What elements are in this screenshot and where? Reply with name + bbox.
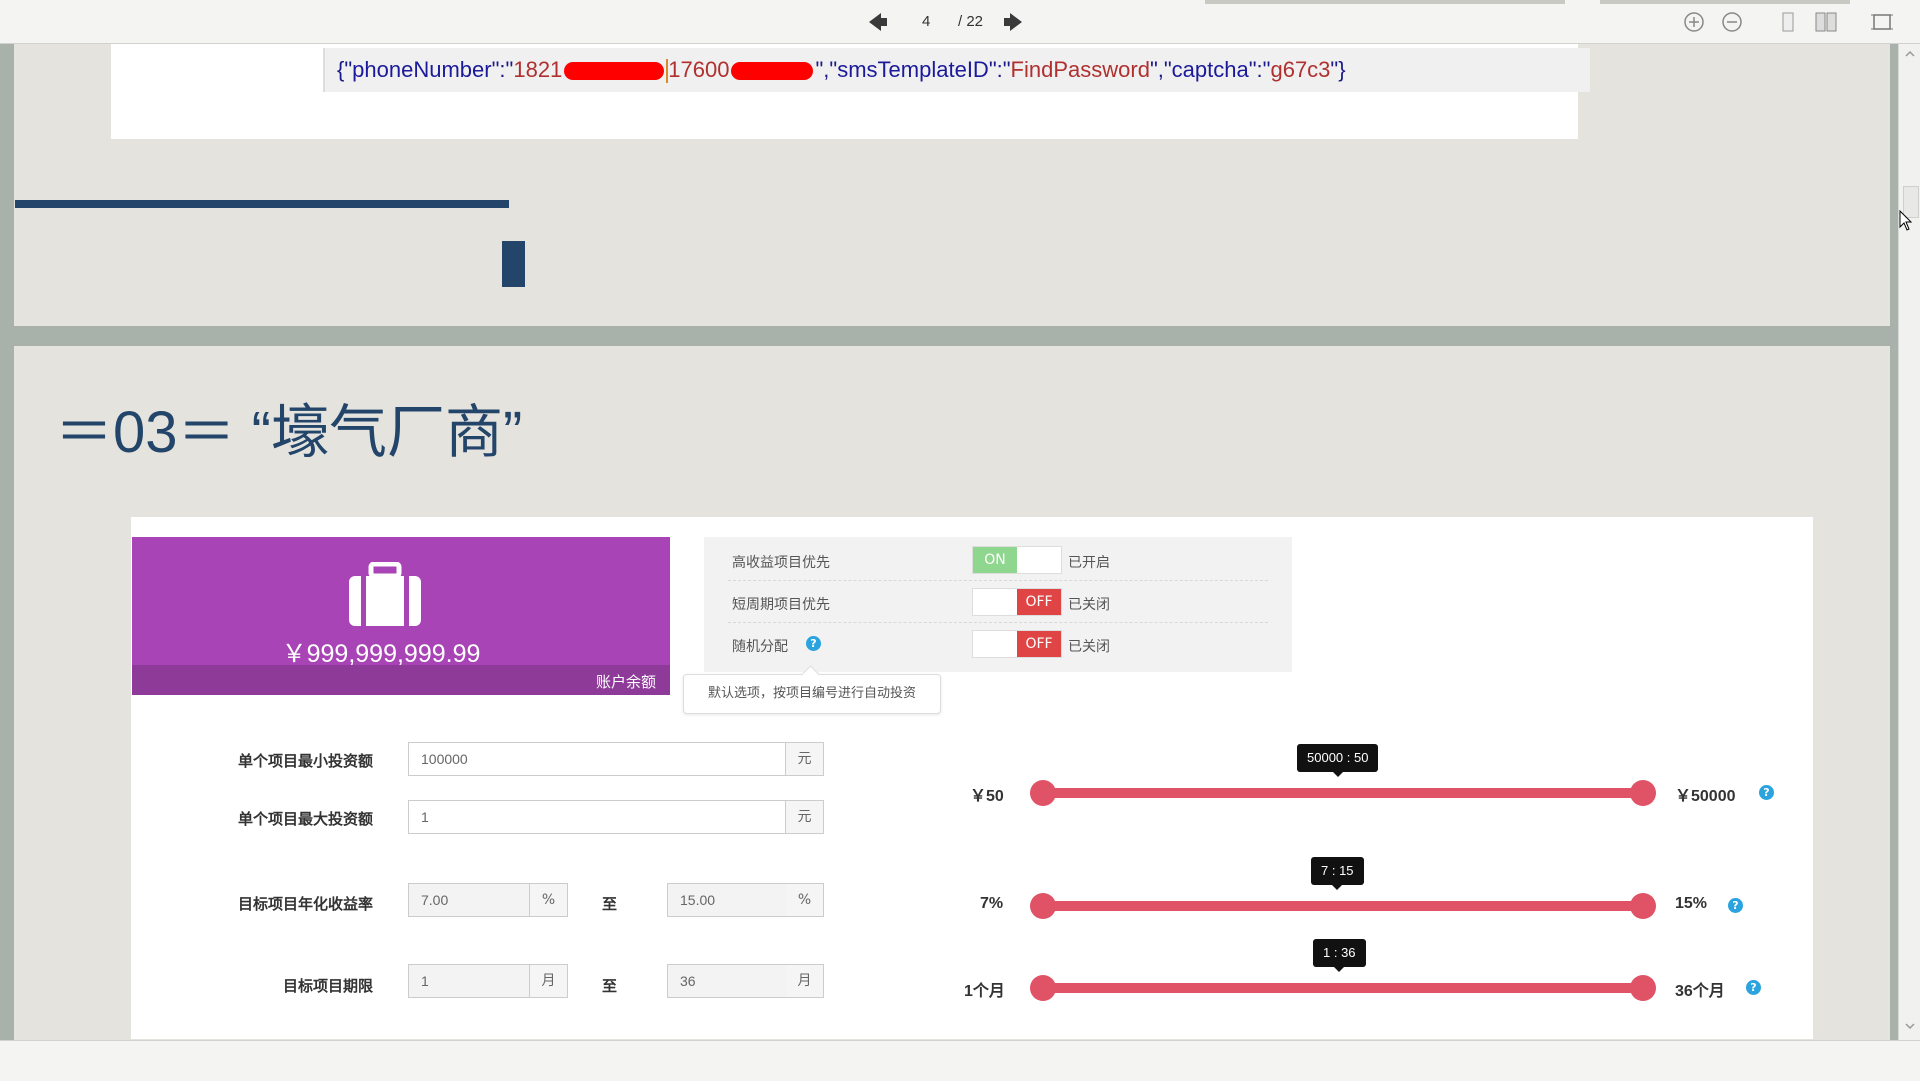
- code-key: smsTemplateID: [837, 57, 989, 82]
- high-yield-toggle[interactable]: ON: [972, 546, 1062, 574]
- option-label: 随机分配: [732, 639, 788, 655]
- json-code-line: {"phoneNumber":"1821 17600 ","smsTemplateI…: [323, 48, 1590, 92]
- random-allocation-toggle[interactable]: OFF: [972, 630, 1062, 658]
- rate-range-slider[interactable]: [1043, 901, 1653, 911]
- option-label: 短周期项目优先: [732, 597, 830, 613]
- section-title: ＝03＝ “壕气厂商”: [55, 400, 523, 465]
- max-invest-input[interactable]: 1: [408, 800, 786, 834]
- min-invest-label: 单个项目最小投资额: [237, 752, 373, 770]
- currency-addon: 元: [786, 800, 824, 834]
- code-key: captcha: [1171, 57, 1249, 82]
- option-row: 高收益项目优先 ON 已开启: [728, 540, 1268, 581]
- mouse-cursor-icon: [1899, 210, 1913, 231]
- rate-label: 目标项目年化收益率: [237, 895, 373, 913]
- page-total: / 22: [958, 13, 984, 30]
- scroll-down-icon[interactable]: [1904, 1020, 1916, 1032]
- option-label: 高收益项目优先: [732, 555, 830, 571]
- slider-max-label: 36个月: [1675, 983, 1725, 1000]
- zoom-in-icon[interactable]: [1682, 10, 1706, 34]
- slider-tooltip: 7 : 15: [1311, 857, 1364, 890]
- vertical-scrollbar[interactable]: [1898, 44, 1920, 1040]
- rate-to-input[interactable]: 15.00: [667, 883, 787, 917]
- code-value: FindPassword: [1010, 57, 1150, 82]
- balance-label: 账户余额: [595, 673, 656, 691]
- next-arrow-icon[interactable]: [1002, 11, 1024, 33]
- slider-handle[interactable]: [1630, 975, 1656, 1001]
- month-addon: 月: [530, 964, 568, 998]
- min-invest-input[interactable]: 100000: [408, 742, 786, 776]
- switch-on-label: ON: [973, 547, 1017, 573]
- slider-min-label: 1个月: [964, 983, 1005, 1000]
- slider-max-label: ￥50000: [1675, 788, 1736, 805]
- decorative-bar: [15, 200, 509, 208]
- code-token: ":": [491, 57, 514, 82]
- help-icon[interactable]: ?: [1728, 898, 1743, 913]
- month-addon: 月: [786, 964, 824, 998]
- page-number[interactable]: 4: [922, 13, 930, 30]
- slider-handle[interactable]: [1030, 975, 1056, 1001]
- code-token: "}: [1330, 57, 1346, 82]
- option-status: 已关闭: [1068, 597, 1110, 613]
- help-icon[interactable]: ?: [1759, 785, 1774, 800]
- term-range-slider[interactable]: [1043, 983, 1653, 993]
- prev-arrow-icon[interactable]: [867, 11, 889, 33]
- term-from-input[interactable]: 1: [408, 964, 530, 998]
- switch-off-label: OFF: [1017, 631, 1061, 657]
- slider-tooltip: 50000 : 50: [1297, 744, 1379, 777]
- switch-off-label: OFF: [1017, 589, 1061, 615]
- option-row: 短周期项目优先 OFF 已关闭: [728, 582, 1268, 623]
- slider-handle[interactable]: [1630, 893, 1656, 919]
- tab-strip: [1205, 0, 1565, 4]
- term-label: 目标项目期限: [282, 977, 373, 995]
- status-bar: [0, 1040, 1920, 1081]
- code-value: 1821: [513, 57, 563, 82]
- rate-from-input[interactable]: 7.00: [408, 883, 530, 917]
- help-tooltip: 默认选项，按项目编号进行自动投资: [683, 674, 941, 714]
- zoom-out-icon[interactable]: [1720, 10, 1744, 34]
- option-row: 随机分配 ? OFF 已关闭: [728, 624, 1268, 664]
- code-value: g67c3: [1270, 57, 1331, 82]
- suitcase-icon: [349, 562, 421, 626]
- to-label: 至: [602, 977, 618, 995]
- amount-range-slider[interactable]: [1043, 788, 1653, 798]
- slider-min-label: 7%: [980, 895, 1004, 912]
- code-token: ",": [815, 57, 838, 82]
- to-label: 至: [602, 895, 618, 913]
- balance-card: ￥999,999,999.99 账户余额: [132, 537, 670, 695]
- term-to-input[interactable]: 36: [667, 964, 787, 998]
- option-status: 已开启: [1068, 555, 1110, 571]
- slider-tooltip: 1 : 36: [1313, 939, 1366, 972]
- two-page-icon[interactable]: [1814, 10, 1838, 34]
- allocation-options-panel: 高收益项目优先 ON 已开启 短周期项目优先 OFF 已关闭 随机分配 ? OF…: [704, 537, 1292, 672]
- help-icon[interactable]: ?: [806, 636, 821, 651]
- help-icon[interactable]: ?: [1746, 980, 1761, 995]
- balance-strip: [132, 665, 670, 695]
- tab-strip: [1600, 0, 1850, 4]
- code-key: phoneNumber: [352, 57, 492, 82]
- single-page-icon[interactable]: [1776, 10, 1800, 34]
- slider-handle[interactable]: [1030, 780, 1056, 806]
- slider-handle[interactable]: [1030, 893, 1056, 919]
- code-token: ":": [988, 57, 1011, 82]
- slider-handle[interactable]: [1630, 780, 1656, 806]
- short-term-toggle[interactable]: OFF: [972, 588, 1062, 616]
- redaction-mark: [564, 62, 665, 81]
- redaction-mark: [731, 62, 814, 81]
- slider-max-label: 15%: [1675, 895, 1708, 912]
- percent-addon: %: [530, 883, 568, 917]
- code-token: ",": [1149, 57, 1172, 82]
- currency-addon: 元: [786, 742, 824, 776]
- option-status: 已关闭: [1068, 639, 1110, 655]
- decorative-block: [502, 241, 525, 287]
- code-token: {": [337, 57, 353, 82]
- code-value: 17600: [668, 57, 730, 82]
- slider-min-label: ￥50: [970, 788, 1004, 805]
- percent-addon: %: [786, 883, 824, 917]
- viewer-toolbar: 4 / 22: [0, 0, 1920, 44]
- fit-page-icon[interactable]: [1870, 10, 1894, 34]
- scroll-up-icon[interactable]: [1904, 48, 1916, 60]
- code-token: ":": [1248, 57, 1271, 82]
- max-invest-label: 单个项目最大投资额: [237, 810, 373, 828]
